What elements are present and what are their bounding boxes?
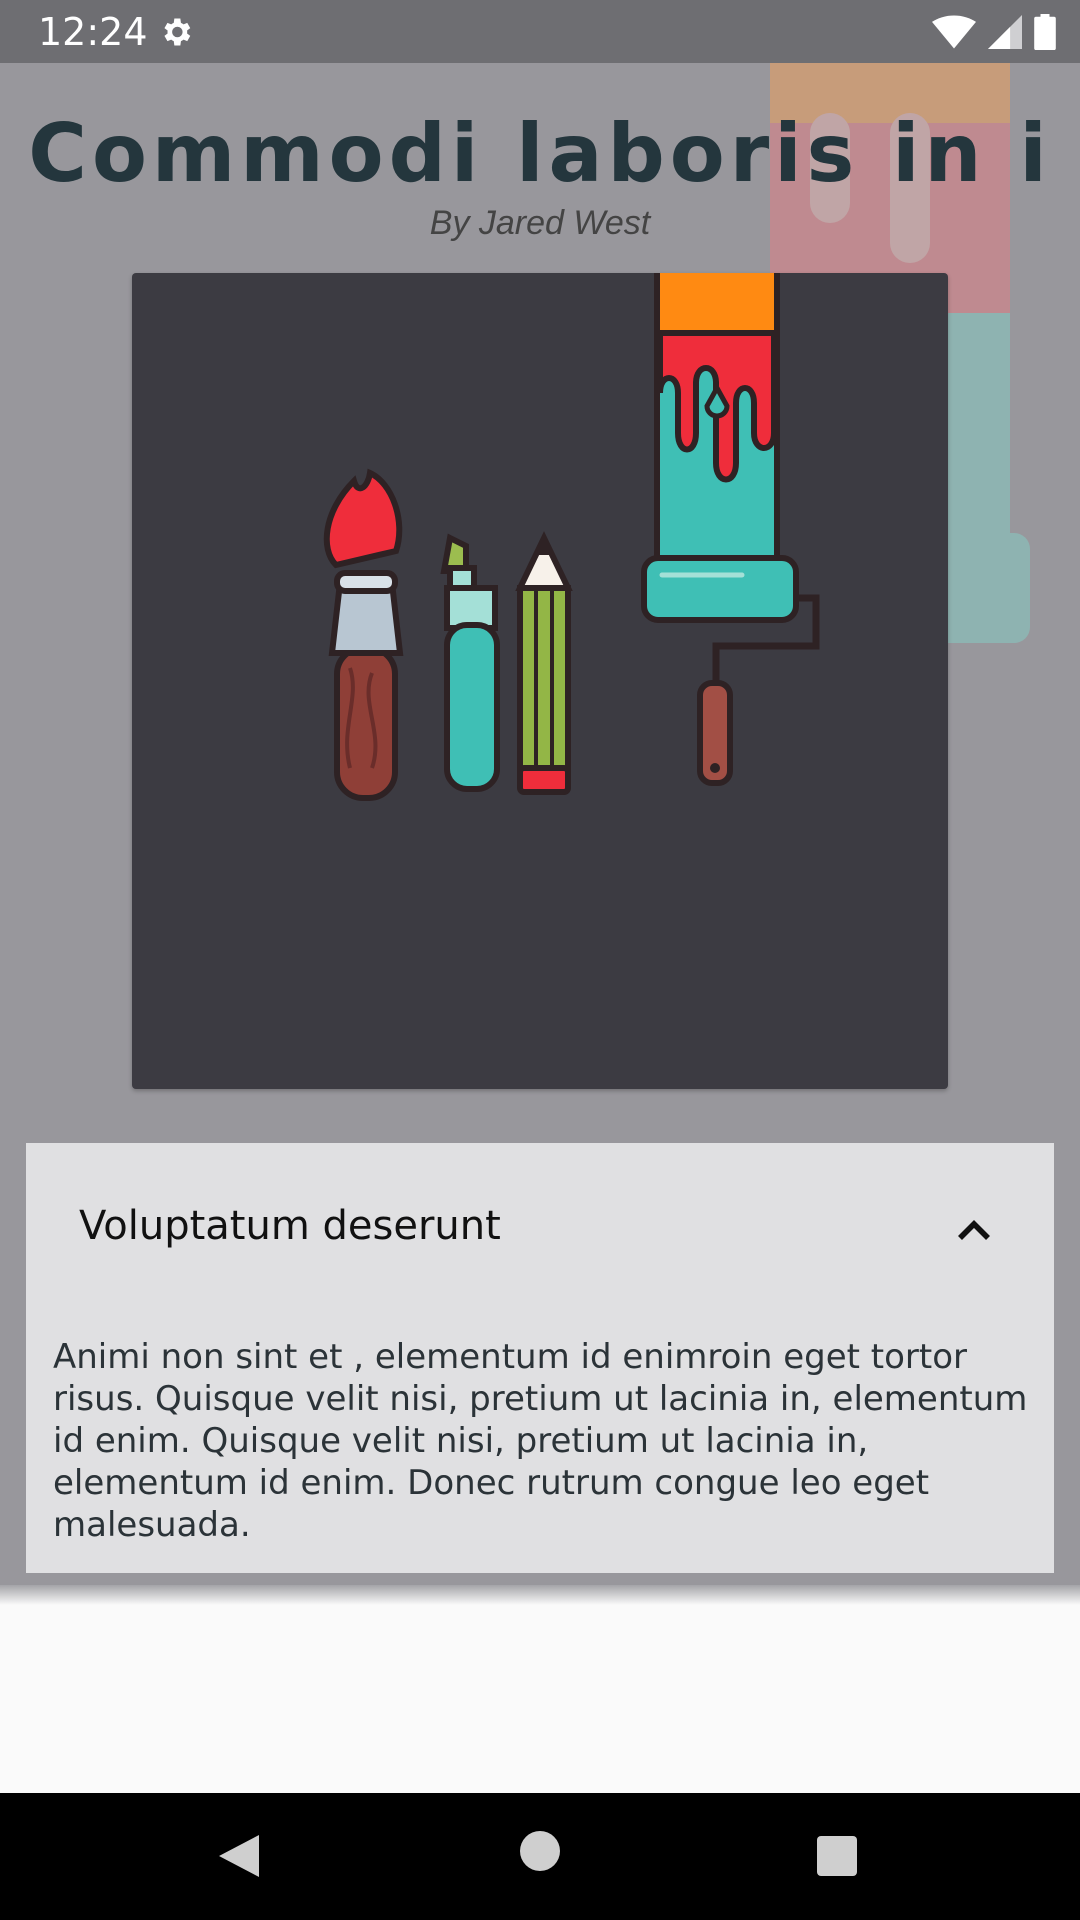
panel-body: Animi non sint et , elementum id enimroi… — [53, 1337, 1028, 1545]
pencil-illustration — [515, 531, 573, 795]
chevron-up-icon[interactable] — [946, 1203, 1002, 1259]
article-title: Commodi laboris in i — [28, 107, 1052, 200]
article-byline: By Jared West — [429, 204, 651, 242]
panel-title: Voluptatum deserunt — [79, 1203, 501, 1249]
home-icon[interactable] — [520, 1831, 560, 1871]
back-icon[interactable] — [215, 1831, 263, 1881]
wifi-icon — [932, 15, 976, 49]
recents-icon[interactable] — [817, 1836, 857, 1876]
expansion-panel: Voluptatum deserunt Animi non sint et , … — [26, 1143, 1054, 1573]
status-time: 12:24 — [38, 10, 148, 54]
paintbrush-illustration — [323, 468, 404, 801]
signal-icon — [988, 15, 1022, 49]
panel-header[interactable]: Voluptatum deserunt — [26, 1143, 1054, 1308]
paint-roller-illustration — [641, 273, 820, 786]
status-bar: 12:24 — [0, 0, 1080, 63]
article-image — [132, 273, 948, 1089]
navigation-bar — [0, 1793, 1080, 1920]
highlighter-illustration — [440, 533, 500, 792]
status-indicators — [932, 12, 1056, 52]
sheet-shadow — [0, 1585, 1080, 1605]
battery-icon — [1034, 14, 1056, 50]
gear-icon — [164, 18, 191, 46]
